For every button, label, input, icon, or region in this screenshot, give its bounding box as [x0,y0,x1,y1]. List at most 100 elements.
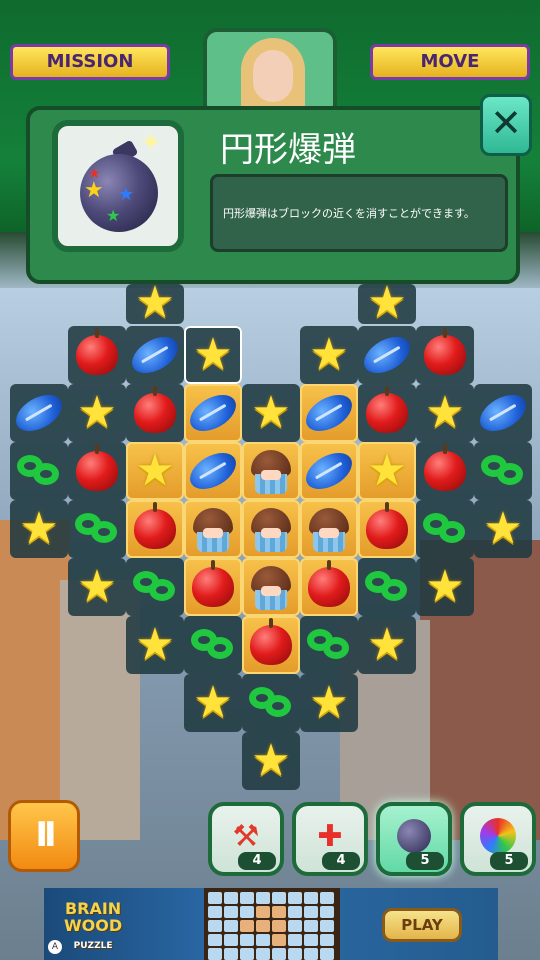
booster-round-bomb[interactable]: 5 [376,802,452,876]
piece [184,558,242,616]
board-cell[interactable]: ★ [68,384,126,442]
board-cell[interactable] [416,326,474,384]
piece [416,442,474,500]
pause-button[interactable]: II [8,800,80,872]
pretzel-icon [423,509,467,549]
ad-tile [208,934,222,946]
board-cell[interactable]: ★ [126,616,184,674]
ad-tile [320,934,334,946]
board-cell[interactable]: ★ [184,326,242,384]
booster-color-pinwheel[interactable]: 5 [460,802,536,876]
ad-info-icon[interactable]: A [48,940,62,954]
star-icon: ★ [193,677,233,728]
board-cell[interactable] [357,326,417,384]
board-cell[interactable] [416,442,474,500]
piece [10,442,68,500]
board-cell[interactable]: ★ [358,616,416,674]
board-cell[interactable] [242,500,300,558]
board-cell[interactable]: ★ [416,384,474,442]
board-cell[interactable]: ★ [242,384,300,442]
piece [300,616,358,674]
board-cell[interactable]: ★ [184,674,242,732]
star-icon: ★ [251,387,291,438]
cupcake-icon [247,562,295,612]
piece [242,442,300,500]
close-button[interactable]: ✕ [480,94,532,156]
board-cell[interactable] [358,384,416,442]
board-cell[interactable] [183,384,243,442]
booster-cross-bomb[interactable]: ✚ 4 [292,802,368,876]
piece [358,384,416,442]
ad-tile [288,906,302,918]
board-cell[interactable] [126,384,184,442]
board-cell[interactable] [184,558,242,616]
board-cell[interactable] [300,558,358,616]
board-cell[interactable]: ★ [10,500,68,558]
board-cell[interactable] [242,674,300,732]
piece [184,616,242,674]
board-cell[interactable] [300,500,358,558]
board-cell[interactable] [473,384,533,442]
board-cell[interactable] [126,500,184,558]
board-cell[interactable]: ★ [358,281,416,325]
board-cell[interactable] [299,442,359,500]
board-cell[interactable] [242,442,300,500]
board-cell[interactable]: ★ [358,442,416,500]
board-cell[interactable] [184,616,242,674]
ad-tile [304,906,318,918]
apple-icon [134,386,176,433]
board-cell[interactable]: ★ [474,500,532,558]
board-cell[interactable] [358,558,416,616]
board-cell[interactable] [126,558,184,616]
board-cell[interactable] [125,326,185,384]
board-cell[interactable] [183,442,243,500]
booster-preview: ✦ ★ ★ ★ ★ [52,120,184,252]
board-cell[interactable] [474,442,532,500]
ad-play-button[interactable]: PLAY [382,908,462,942]
ad-tile [288,892,302,904]
board-cell[interactable] [68,442,126,500]
apple-icon [308,560,350,607]
board-cell[interactable] [68,500,126,558]
board-cell[interactable]: ★ [300,674,358,732]
board-cell[interactable]: ★ [126,281,184,325]
board-cell[interactable]: ★ [68,558,126,616]
ad-tile [320,892,334,904]
board-cell[interactable] [358,500,416,558]
board-cell[interactable]: ★ [300,326,358,384]
ad-tile [240,948,254,960]
board-cell[interactable]: ★ [416,558,474,616]
piece [9,384,69,442]
piece: ★ [184,326,242,384]
ad-tile [240,934,254,946]
piece: ★ [416,558,474,616]
ad-logo-line: WOOD [64,916,123,935]
board-cell[interactable] [242,616,300,674]
board-cell[interactable] [242,558,300,616]
piece [183,384,243,442]
ad-tile [320,906,334,918]
star-icon: ★ [88,166,101,182]
board-cell[interactable] [299,384,359,442]
ad-tile [304,892,318,904]
board-cell[interactable] [300,616,358,674]
ad-tile [272,892,286,904]
board-cell[interactable]: ★ [242,732,300,790]
board-cell[interactable] [68,326,126,384]
piece [68,500,126,558]
board-cell[interactable] [10,442,68,500]
ad-tile [272,948,286,960]
ad-banner[interactable]: BRAIN WOOD PUZZLE PLAY A [44,888,498,960]
board-cell[interactable] [416,500,474,558]
apple-icon [76,444,118,491]
piece [126,384,184,442]
board-cell[interactable] [184,500,242,558]
piece: ★ [474,500,532,558]
board-cell[interactable] [9,384,69,442]
board-cell[interactable]: ★ [126,442,184,500]
booster-hammer[interactable]: ⚒ 4 [208,802,284,876]
piece [242,558,300,616]
piece: ★ [126,616,184,674]
ad-tile [240,920,254,932]
ad-tile [224,934,238,946]
